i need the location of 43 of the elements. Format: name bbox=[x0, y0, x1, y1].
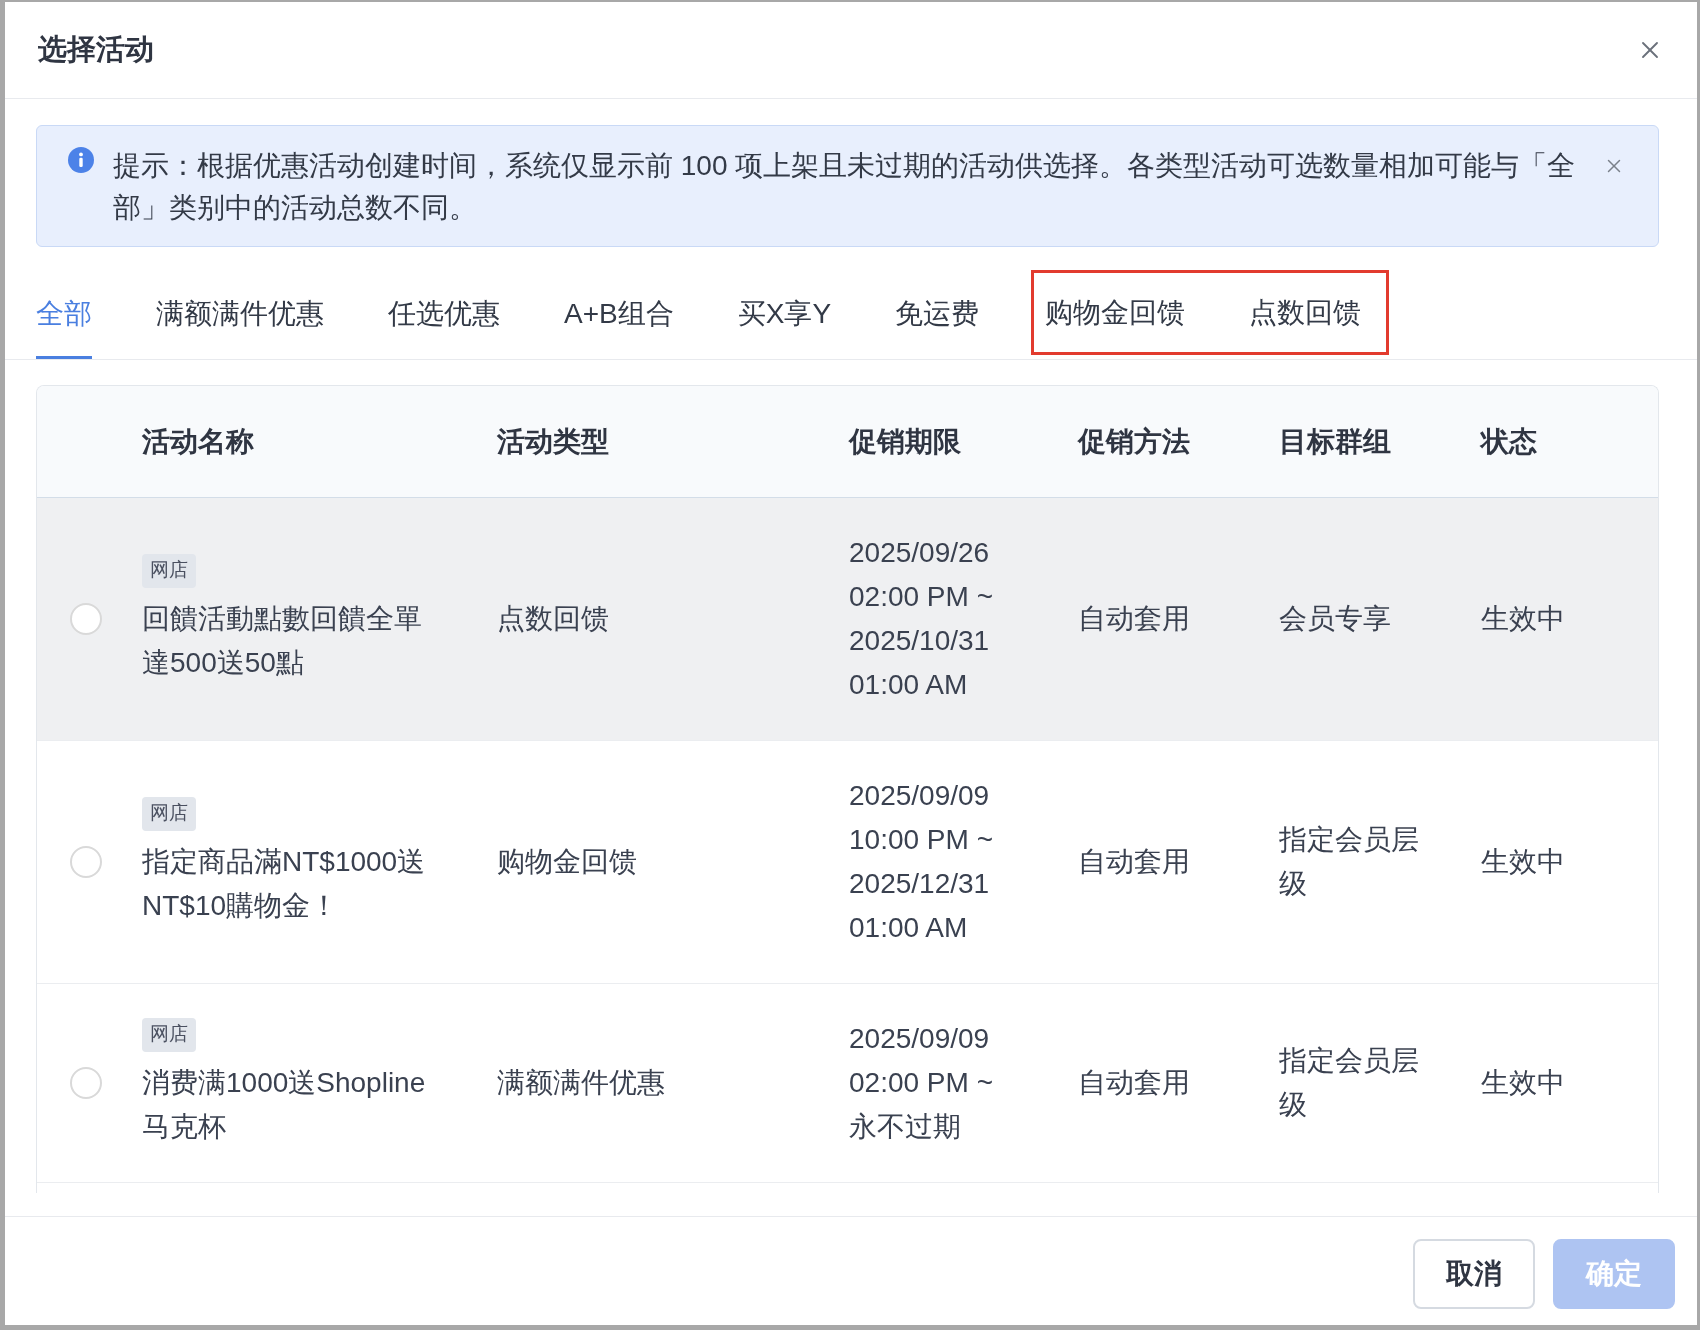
tab[interactable]: 点数回馈 bbox=[1249, 273, 1362, 352]
target-group: 指定会员层级 bbox=[1279, 1039, 1429, 1127]
channel-tag: 网店 bbox=[142, 796, 196, 831]
promo-method: 自动套用 bbox=[1078, 846, 1190, 877]
activity-type: 满额满件优惠 bbox=[497, 1067, 665, 1098]
target-group: 指定会员层级 bbox=[1279, 818, 1429, 906]
tab[interactable]: 购物金回馈 bbox=[1045, 273, 1186, 352]
status-text: 生效中 bbox=[1481, 1067, 1565, 1098]
tab[interactable]: A+B组合 bbox=[564, 272, 674, 359]
radio-button[interactable] bbox=[70, 603, 102, 635]
column-header: 促销方法 bbox=[1078, 425, 1190, 457]
tab[interactable]: 满额满件优惠 bbox=[156, 272, 324, 359]
promo-period: 2025/09/09 10:00 PM ~ 2025/12/31 01:00 AM bbox=[849, 779, 994, 945]
cancel-button[interactable]: 取消 bbox=[1413, 1239, 1535, 1309]
activity-name: 消费满1000送Shopline马克杯 bbox=[142, 1065, 427, 1144]
table-row[interactable]: 网店 回饋活動點數回饋全單達500送50點 点数回馈 2025/09/26 02:00 PM ~ 2025/10/31 01:00 AM 自动套用 会员专享 生效中 bbox=[37, 498, 1658, 741]
column-header: 目标群组 bbox=[1279, 425, 1391, 457]
activity-type: 点数回馈 bbox=[497, 603, 609, 634]
status-text: 生效中 bbox=[1481, 846, 1565, 877]
column-header: 促销期限 bbox=[849, 425, 961, 457]
activity-name: 指定商品滿NT$1000送NT$10購物金！ bbox=[142, 844, 427, 923]
radio-button[interactable] bbox=[70, 1067, 102, 1099]
dialog-title: 选择活动 bbox=[38, 32, 154, 68]
info-icon bbox=[68, 147, 94, 173]
promo-method: 自动套用 bbox=[1078, 603, 1190, 634]
channel-tag: 网店 bbox=[142, 1017, 196, 1052]
tab[interactable]: 免运费 bbox=[895, 272, 980, 359]
promo-method: 自动套用 bbox=[1078, 1067, 1190, 1098]
status-text: 生效中 bbox=[1481, 603, 1565, 634]
target-group: 会员专享 bbox=[1279, 597, 1429, 641]
promo-period: 2025/09/26 02:00 PM ~ 2025/10/31 01:00 AM bbox=[849, 536, 994, 702]
radio-button[interactable] bbox=[70, 846, 102, 878]
notice-text: 提示：根据优惠活动创建时间，系统仅显示前 100 项上架且未过期的活动供选择。各类型活动可选数量相加可能与「全部」类别中的活动总数不同。 bbox=[113, 149, 1577, 225]
channel-tag: 网店 bbox=[142, 553, 196, 588]
column-header: 活动类型 bbox=[497, 425, 609, 457]
column-header: 状态 bbox=[1481, 425, 1537, 457]
column-header: 活动名称 bbox=[142, 425, 254, 457]
promo-period: 2025/09/09 02:00 PM ~ 永不过期 bbox=[849, 1022, 994, 1144]
activity-type: 购物金回馈 bbox=[497, 846, 637, 877]
tab[interactable]: 买X享Y bbox=[737, 272, 832, 359]
tab[interactable]: 任选优惠 bbox=[388, 272, 500, 359]
tab[interactable]: 全部 bbox=[36, 272, 92, 359]
activity-name: 回饋活動點數回饋全單達500送50點 bbox=[142, 601, 423, 680]
